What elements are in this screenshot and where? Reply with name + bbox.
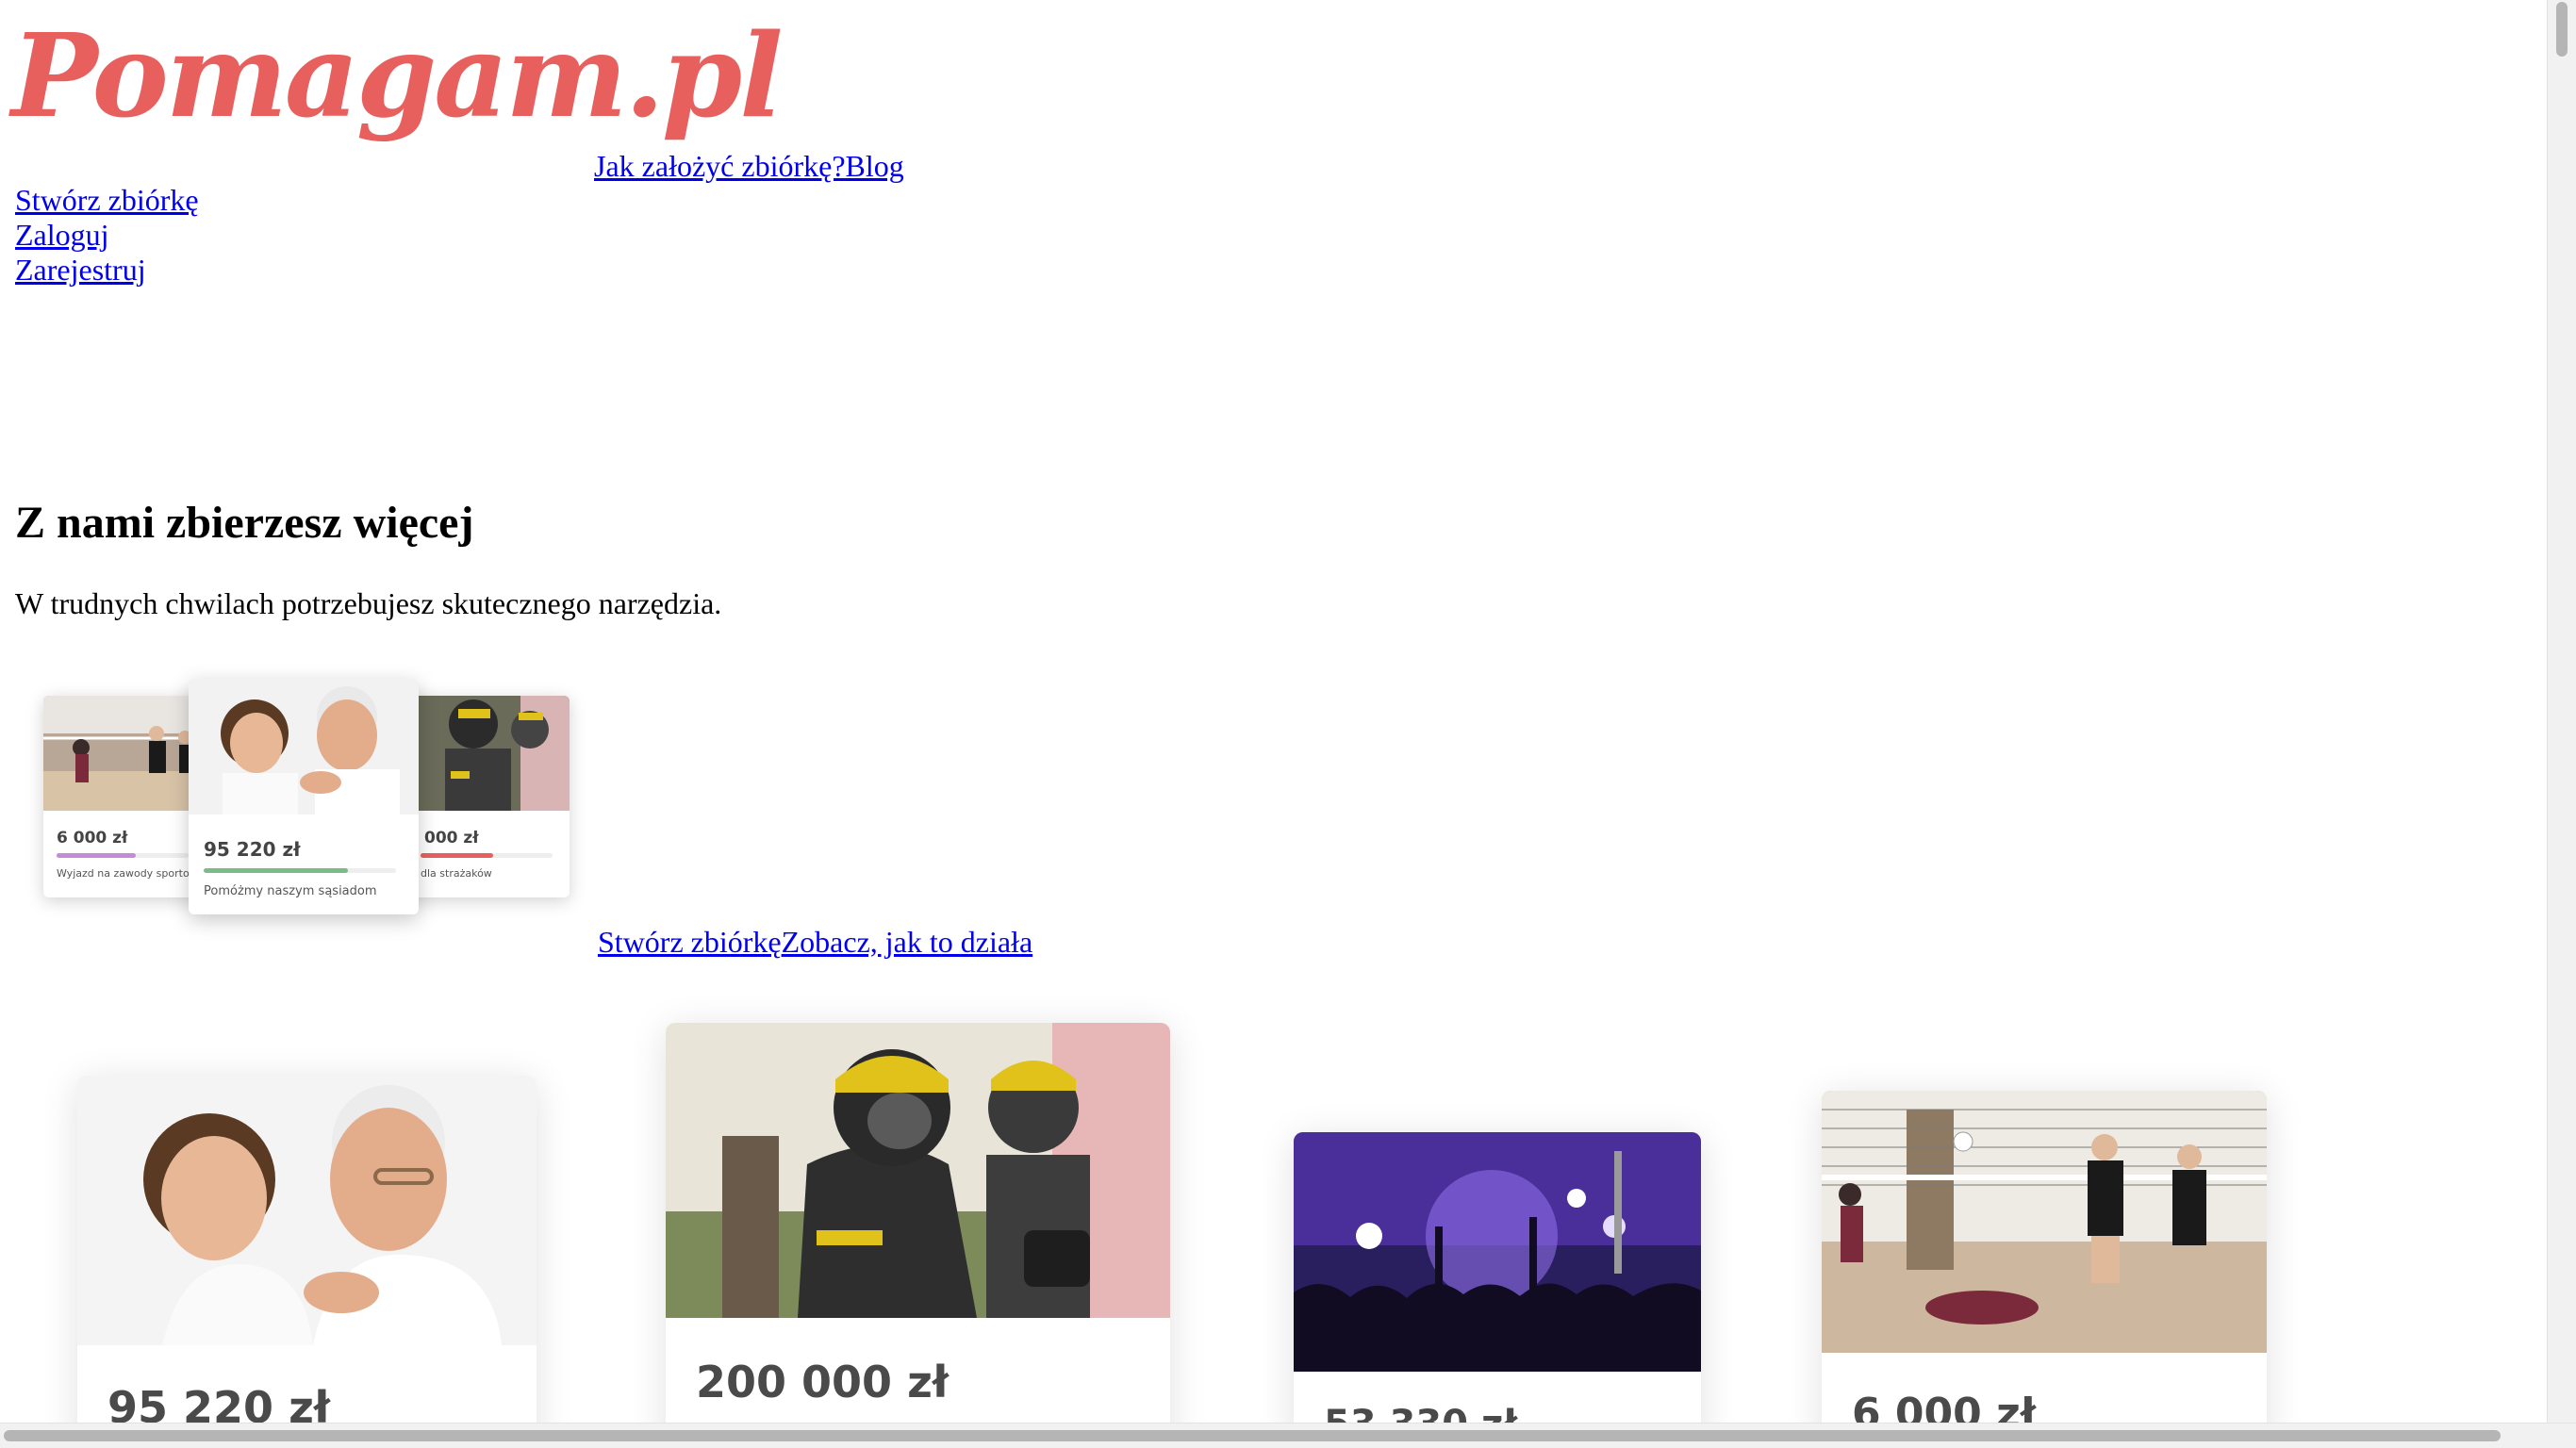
create-fundraiser-link[interactable]: Stwórz zbiórkę — [15, 183, 199, 218]
hero-title: Z nami zbierzesz więcej — [15, 498, 474, 548]
horizontal-scrollbar[interactable] — [0, 1423, 2576, 1448]
fundraiser-card[interactable]: 6 000 zł — [1822, 1091, 2267, 1423]
vertical-scrollbar-thumb[interactable] — [2556, 2, 2568, 57]
mini-card-firefighters: 000 zł dla strażaków — [407, 696, 570, 897]
top-links: Jak założyć zbiórkę?Blog — [594, 149, 904, 184]
card-amount: 95 220 zł — [107, 1382, 330, 1423]
mini-label: Pomóżmy naszym sąsiadom — [204, 884, 377, 898]
mini-amount: 6 000 zł — [57, 829, 128, 847]
mini-progress — [421, 853, 553, 858]
card-amount: 200 000 zł — [696, 1357, 949, 1407]
create-fundraiser-cta[interactable]: Stwórz zbiórkę — [598, 925, 782, 959]
mini-label: Wyjazd na zawody sportowe — [57, 867, 204, 880]
mini-progress-fill — [204, 868, 348, 873]
mini-amount: 95 220 zł — [204, 838, 301, 861]
concert-photo — [1294, 1132, 1701, 1372]
page-viewport: Pomagam.pl Jak założyć zbiórkę?Blog Stwó… — [0, 0, 2548, 1423]
nav-menu: Stwórz zbiórkę Zaloguj Zarejestruj — [15, 183, 199, 288]
register-link[interactable]: Zarejestruj — [15, 253, 199, 288]
mini-progress — [57, 853, 189, 858]
volleyball-photo — [1822, 1091, 2267, 1353]
fundraiser-card[interactable]: 95 220 zł — [77, 1076, 537, 1423]
hero-subtitle: W trudnych chwilach potrzebujesz skutecz… — [15, 586, 722, 620]
firefighters-photo — [666, 1023, 1170, 1318]
card-amount: 6 000 zł — [1852, 1390, 2037, 1423]
hero-cta: Stwórz zbiórkęZobacz, jak to działa — [598, 925, 1032, 960]
fundraiser-card[interactable]: 200 000 zł — [666, 1023, 1170, 1423]
mini-progress-fill — [421, 853, 493, 858]
see-how-it-works-link[interactable]: Zobacz, jak to działa — [782, 925, 1033, 959]
login-link[interactable]: Zaloguj — [15, 218, 199, 253]
horizontal-scrollbar-thumb[interactable] — [4, 1430, 2501, 1441]
mini-progress — [204, 868, 396, 873]
firefighters-photo — [407, 696, 570, 811]
mini-amount: 000 zł — [424, 829, 479, 847]
vertical-scrollbar[interactable] — [2547, 0, 2576, 1423]
how-to-start-link[interactable]: Jak założyć zbiórkę? — [594, 149, 846, 183]
blog-link[interactable]: Blog — [846, 149, 904, 183]
card-amount: 53 330 zł — [1294, 1376, 1701, 1423]
mini-card-seniors: 95 220 zł Pomóżmy naszym sąsiadom — [189, 679, 419, 914]
fundraiser-card[interactable]: 53 330 zł — [1294, 1132, 1701, 1423]
mini-progress-fill — [57, 853, 136, 858]
volleyball-photo — [43, 696, 204, 811]
seniors-photo — [77, 1076, 537, 1345]
mini-label: dla strażaków — [421, 867, 492, 880]
seniors-photo — [189, 679, 419, 814]
mini-card-sports: 6 000 zł Wyjazd na zawody sportowe — [43, 696, 204, 897]
